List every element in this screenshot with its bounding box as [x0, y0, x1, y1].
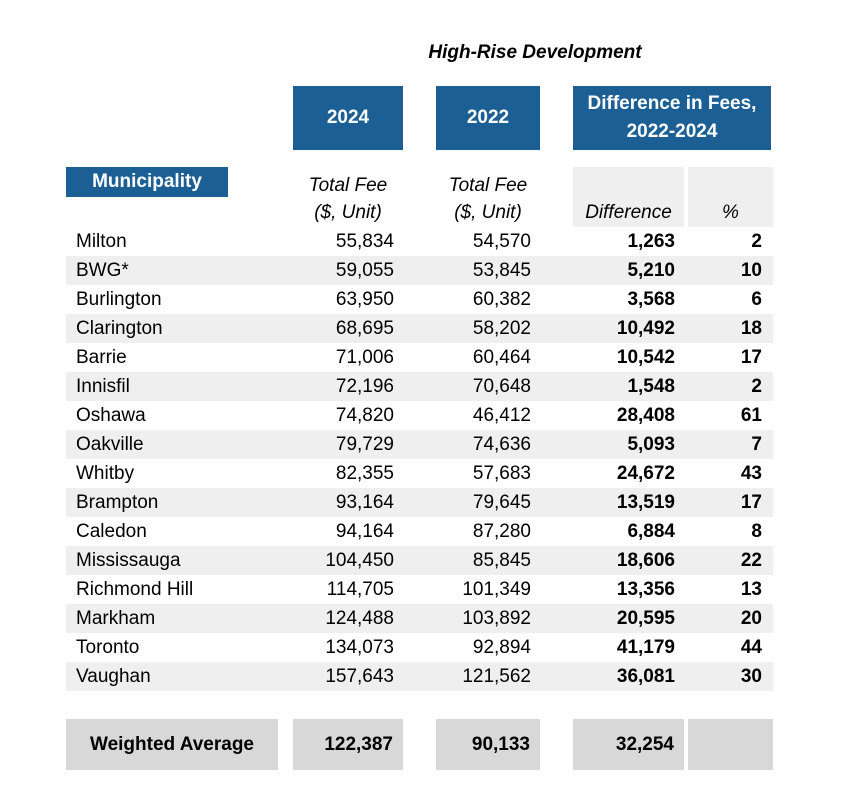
fee-percent: 44 [740, 637, 762, 658]
fee-2022: 92,894 [472, 637, 531, 658]
header-municipality: Municipality [66, 167, 228, 197]
municipality-name: Mississauga [76, 550, 181, 571]
average-2024: 122,387 [324, 733, 393, 755]
fee-2024: 104,450 [325, 550, 394, 571]
fee-percent: 30 [740, 666, 762, 687]
average-2022: 90,133 [471, 733, 530, 755]
fee-2022: 53,845 [472, 260, 531, 281]
fee-2024: 74,820 [335, 405, 394, 426]
fee-2024: 72,196 [335, 376, 394, 397]
fee-2024: 71,006 [335, 347, 394, 368]
fee-percent: 2 [751, 231, 762, 252]
fee-2024: 59,055 [335, 260, 394, 281]
fee-2024: 68,695 [335, 318, 394, 339]
fee-2022: 58,202 [472, 318, 531, 339]
fee-difference: 1,263 [627, 231, 675, 252]
average-label: Weighted Average [89, 733, 254, 755]
fee-2022: 103,892 [462, 608, 531, 629]
municipality-name: Caledon [76, 521, 147, 542]
municipality-name: Richmond Hill [76, 579, 194, 600]
fee-difference: 3,568 [627, 289, 675, 310]
header-2024: 2024 [293, 86, 403, 150]
fee-percent: 13 [740, 579, 762, 600]
fee-difference: 6,884 [627, 521, 675, 542]
fee-2022: 57,683 [472, 463, 531, 484]
average-diff: 32,254 [615, 733, 674, 755]
subheader-percent: % [722, 202, 739, 223]
fee-2024: 55,834 [335, 231, 394, 252]
fee-difference: 41,179 [616, 637, 675, 658]
municipality-name: Markham [76, 608, 156, 629]
fee-percent: 17 [740, 347, 762, 368]
fee-2024: 63,950 [335, 289, 394, 310]
subheader-2022: Total Fee ($, Unit) [448, 175, 528, 223]
fee-percent: 61 [740, 405, 762, 426]
fee-percent: 20 [740, 608, 762, 629]
fee-2022: 101,349 [462, 579, 531, 600]
fee-percent: 10 [740, 260, 762, 281]
header-2022: 2022 [436, 86, 540, 150]
fee-difference: 10,492 [616, 318, 675, 339]
municipality-name: Oakville [76, 434, 144, 455]
fee-2022: 79,645 [472, 492, 531, 513]
municipality-name: Oshawa [76, 405, 146, 426]
fee-2024: 114,705 [326, 579, 394, 600]
average-2024-box: 122,387 [293, 719, 403, 770]
subheader-difference: Difference [585, 202, 672, 223]
municipality-name: Clarington [76, 318, 163, 339]
municipality-name: Brampton [76, 492, 159, 513]
header-difference: Difference in Fees, 2022-2024 [573, 86, 771, 150]
fee-2022: 60,464 [472, 347, 531, 368]
average-diff-box: 32,254 [573, 719, 684, 770]
municipality-name: Milton [76, 231, 127, 252]
fee-difference: 1,548 [627, 376, 675, 397]
fee-2022: 74,636 [472, 434, 531, 455]
fee-difference: 10,542 [616, 347, 675, 368]
average-pct-box [688, 719, 773, 770]
fee-percent: 43 [740, 463, 762, 484]
fee-percent: 8 [751, 521, 762, 542]
fee-percent: 18 [740, 318, 762, 339]
fee-2022: 87,280 [472, 521, 531, 542]
fee-2024: 157,643 [325, 666, 394, 687]
municipality-name: Vaughan [76, 666, 151, 687]
table-title: High-Rise Development [428, 42, 642, 63]
average-label-box: Weighted Average [66, 719, 278, 770]
subheader-2024: Total Fee ($, Unit) [308, 175, 388, 223]
fee-percent: 2 [751, 376, 762, 397]
fee-percent: 22 [740, 550, 762, 571]
fee-difference: 18,606 [616, 550, 675, 571]
fee-2024: 93,164 [335, 492, 394, 513]
municipality-name: Whitby [76, 463, 135, 484]
municipality-name: Burlington [76, 289, 162, 310]
average-2022-box: 90,133 [436, 719, 540, 770]
fee-difference: 5,210 [627, 260, 675, 281]
fee-difference: 36,081 [616, 666, 675, 687]
fee-percent: 7 [751, 434, 762, 455]
fee-percent: 6 [751, 289, 762, 310]
fee-difference: 20,595 [616, 608, 675, 629]
fee-2024: 94,164 [335, 521, 394, 542]
fee-difference: 5,093 [627, 434, 675, 455]
fee-percent: 17 [740, 492, 762, 513]
fee-2024: 134,073 [325, 637, 394, 658]
fee-2022: 46,412 [472, 405, 531, 426]
municipality-name: Innisfil [76, 376, 130, 397]
municipality-name: BWG* [76, 260, 129, 281]
fee-difference: 13,356 [616, 579, 675, 600]
municipality-name: Barrie [76, 347, 127, 368]
fee-difference: 24,672 [616, 463, 675, 484]
fee-2022: 121,562 [462, 666, 531, 687]
fee-2022: 54,570 [472, 231, 531, 252]
fee-2022: 70,648 [472, 376, 531, 397]
fee-difference: 28,408 [616, 405, 675, 426]
fee-2022: 85,845 [472, 550, 531, 571]
fee-2024: 79,729 [335, 434, 394, 455]
fee-2024: 124,488 [325, 608, 394, 629]
fee-2024: 82,355 [335, 463, 394, 484]
municipality-name: Toronto [76, 637, 140, 658]
fee-difference: 13,519 [616, 492, 675, 513]
fee-2022: 60,382 [472, 289, 531, 310]
